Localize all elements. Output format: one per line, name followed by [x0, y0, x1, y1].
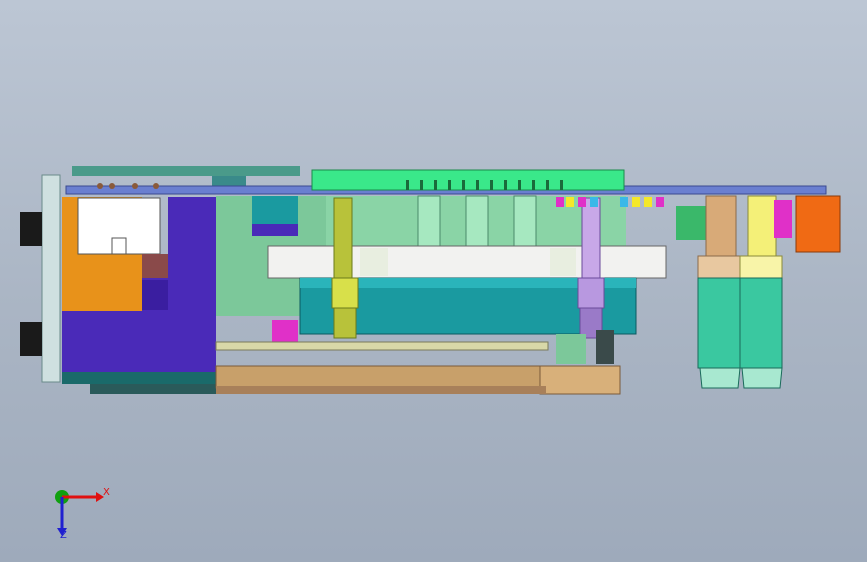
blue-cap [252, 224, 298, 236]
dark-stud [596, 330, 614, 364]
green-bracket [556, 334, 586, 364]
brown-block [142, 254, 168, 278]
triad-z-label: Z [60, 530, 67, 541]
cad-viewport[interactable]: X Z [0, 0, 867, 562]
purple-inner [142, 280, 168, 310]
base-bottom [216, 386, 546, 394]
magenta-part [272, 320, 298, 342]
white-plate-insert-2 [550, 248, 576, 276]
teal-bottom [90, 384, 220, 394]
front-panel [41, 174, 61, 383]
spring-right [577, 197, 605, 339]
top-connector [311, 169, 625, 191]
magenta-small [774, 200, 792, 238]
white-plate [267, 245, 667, 279]
orange-connector [795, 195, 841, 253]
teal-cap [252, 196, 298, 224]
thin-rail [215, 341, 549, 351]
panel-knob-top [20, 212, 42, 246]
panel-knob-bottom [20, 322, 42, 356]
white-label-notch [111, 237, 127, 255]
top-strip [72, 166, 300, 176]
connector-legs [417, 195, 537, 249]
white-plate-insert-1 [360, 248, 388, 276]
top-strip-2 [212, 176, 246, 186]
base-plate-step [539, 365, 621, 395]
green-right-part [676, 206, 706, 240]
dark-teal-strip [62, 372, 216, 384]
assembly-model[interactable] [0, 0, 867, 562]
triad-x-label: X [103, 487, 110, 498]
